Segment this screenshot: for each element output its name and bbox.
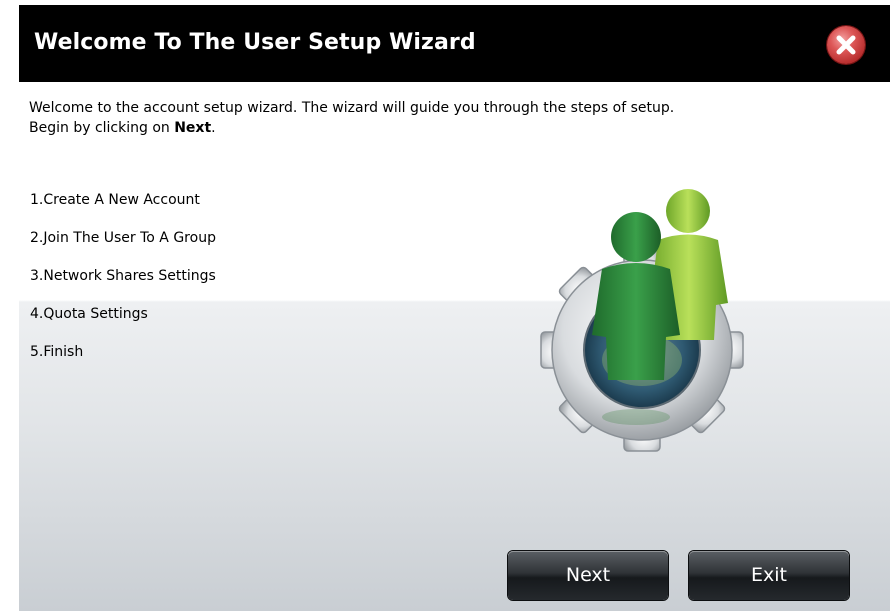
next-button[interactable]: Next <box>508 551 668 600</box>
title-bar: Welcome To The User Setup Wizard <box>19 5 890 82</box>
intro-prefix: Begin by clicking on <box>29 120 175 136</box>
close-x-icon <box>836 35 856 55</box>
steps-list: 1.Create A New Account 2.Join The User T… <box>30 188 216 378</box>
intro-suffix: . <box>211 120 216 136</box>
users-gear-icon <box>540 189 744 452</box>
step-item: 4.Quota Settings <box>30 306 148 322</box>
step-item: 2.Join The User To A Group <box>30 230 216 246</box>
close-button[interactable] <box>827 26 865 64</box>
intro-next-word: Next <box>174 120 212 136</box>
intro-line-1: Welcome to the account setup wizard. The… <box>29 100 675 116</box>
step-item: 5.Finish <box>30 344 84 360</box>
dialog-title: Welcome To The User Setup Wizard <box>34 30 476 55</box>
exit-button[interactable]: Exit <box>689 551 849 600</box>
intro-line-2: Begin by clicking on Next. <box>29 118 829 138</box>
step-item: 1.Create A New Account <box>30 192 200 208</box>
step-item: 3.Network Shares Settings <box>30 268 216 284</box>
setup-wizard-dialog: Welcome To The User Setup Wizard Welcome… <box>19 0 890 611</box>
intro-text: Welcome to the account setup wizard. The… <box>29 98 829 138</box>
